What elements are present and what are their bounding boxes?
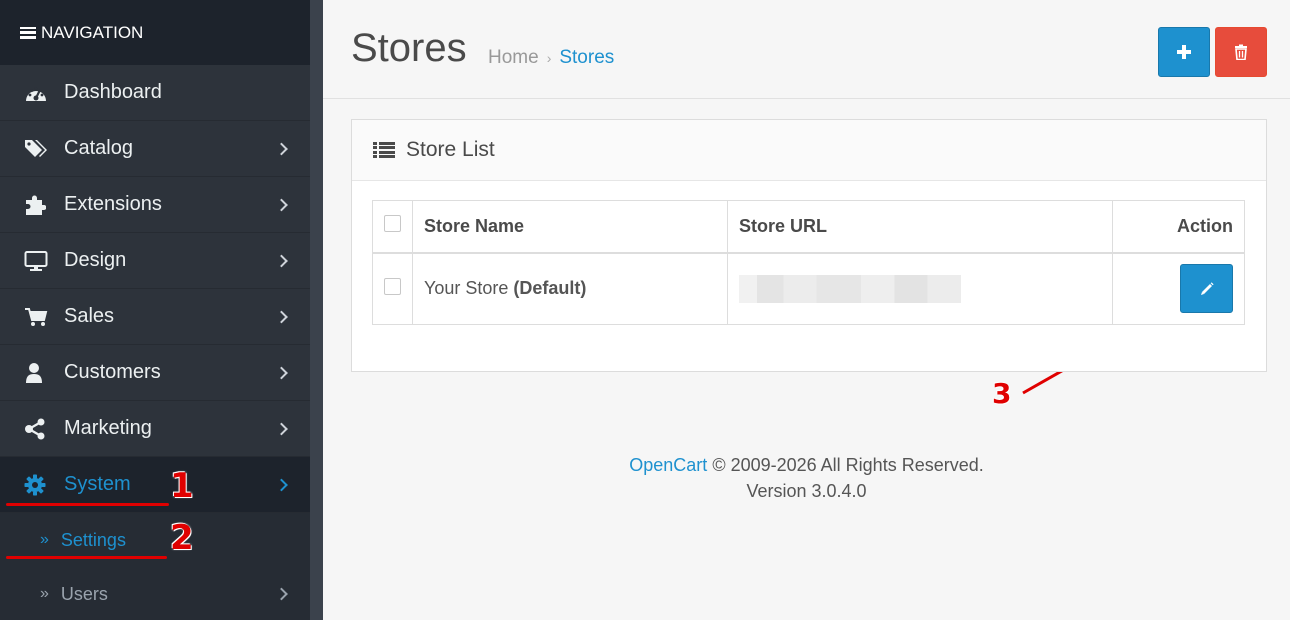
sidebar-subitem-label: Settings (60, 529, 126, 550)
sidebar: NAVIGATION Dashboard Catalog Extensions … (0, 0, 310, 620)
double-chevron-icon: » (40, 531, 49, 548)
chevron-right-icon (275, 310, 288, 323)
sidebar-item-label: Marketing (64, 417, 152, 439)
sidebar-item-sales[interactable]: Sales (0, 289, 310, 345)
breadcrumb-home[interactable]: Home (488, 47, 539, 68)
footer: OpenCart © 2009-2026 All Rights Reserved… (323, 452, 1290, 504)
chevron-right-icon (275, 422, 288, 435)
chevron-right-icon (275, 478, 288, 491)
column-header-action: Action (1112, 200, 1245, 254)
store-table: Store Name Store URL Action Your Store (… (372, 200, 1245, 325)
select-all-checkbox[interactable] (384, 215, 401, 233)
sidebar-item-customers[interactable]: Customers (0, 345, 310, 401)
chevron-right-icon (275, 587, 288, 601)
table-header-row: Store Name Store URL Action (372, 200, 1245, 254)
share-icon (24, 417, 52, 441)
annotation-underline-2 (6, 556, 167, 559)
navigation-header-label: NAVIGATION (41, 22, 144, 42)
sidebar-subitem-label: Users (60, 583, 108, 604)
pencil-icon (1200, 282, 1214, 295)
annotation-number-3: 3 (992, 377, 1012, 410)
user-icon (24, 361, 52, 385)
store-list-panel: Store List Store Name Store URL Action Y… (351, 119, 1267, 372)
gear-icon (24, 473, 52, 497)
trash-icon (1235, 44, 1247, 60)
column-header-store-url[interactable]: Store URL (727, 200, 1113, 254)
column-header-store-name[interactable]: Store Name (412, 200, 728, 254)
sidebar-item-dashboard[interactable]: Dashboard (0, 65, 310, 121)
sidebar-item-label: Sales (64, 305, 115, 327)
panel-title: Store List (406, 138, 495, 161)
breadcrumb-separator-icon: › (546, 50, 552, 66)
monitor-icon (24, 249, 52, 273)
store-name-cell: Your Store (Default) (412, 252, 728, 325)
breadcrumb-stores[interactable]: Stores (559, 47, 614, 68)
store-url-redacted (739, 274, 961, 303)
copyright-text: © 2009-2026 All Rights Reserved. (712, 455, 984, 475)
store-url-cell (727, 252, 1113, 325)
menu-bars-icon (20, 26, 36, 39)
opencart-link[interactable]: OpenCart (629, 455, 707, 475)
cart-icon (24, 305, 52, 329)
chevron-right-icon (275, 142, 288, 155)
annotation-number-1: 1 (170, 466, 194, 506)
sidebar-item-catalog[interactable]: Catalog (0, 121, 310, 177)
page-header: Stores Home › Stores (323, 0, 1290, 99)
double-chevron-icon: » (40, 585, 49, 602)
sidebar-item-label: Dashboard (64, 81, 162, 103)
row-checkbox[interactable] (384, 277, 401, 295)
delete-button[interactable] (1215, 27, 1267, 77)
tags-icon (24, 137, 52, 161)
chevron-right-icon (275, 198, 288, 211)
sidebar-item-label: Customers (64, 361, 161, 383)
select-all-cell (372, 200, 413, 254)
store-name: Your Store (424, 278, 509, 299)
sidebar-item-label: Design (64, 249, 127, 271)
sidebar-border (310, 0, 323, 620)
chevron-right-icon (275, 254, 288, 267)
default-label: (Default) (513, 278, 587, 299)
annotation-underline-1 (6, 503, 169, 506)
sidebar-item-design[interactable]: Design (0, 233, 310, 289)
sidebar-item-label: Catalog (64, 137, 133, 159)
page-title: Stores (351, 26, 467, 70)
list-icon (373, 142, 395, 158)
footer-copyright-line: OpenCart © 2009-2026 All Rights Reserved… (323, 452, 1290, 478)
table-row: Your Store (Default) (372, 252, 1245, 325)
chevron-right-icon (275, 366, 288, 379)
breadcrumb: Home › Stores (488, 47, 614, 69)
sidebar-item-marketing[interactable]: Marketing (0, 401, 310, 457)
plus-icon (1177, 45, 1191, 59)
action-cell (1112, 252, 1245, 325)
sidebar-item-extensions[interactable]: Extensions (0, 177, 310, 233)
edit-store-button[interactable] (1180, 264, 1233, 314)
navigation-header[interactable]: NAVIGATION (0, 0, 310, 65)
puzzle-icon (24, 193, 52, 217)
panel-heading: Store List (352, 120, 1266, 181)
row-select-cell (372, 252, 413, 325)
sidebar-item-label: System (64, 473, 131, 495)
version-text: Version 3.0.4.0 (746, 481, 867, 501)
sidebar-item-label: Extensions (64, 193, 162, 215)
annotation-number-2: 2 (170, 518, 194, 558)
sidebar-subitem-users[interactable]: » Users (0, 567, 310, 620)
add-store-button[interactable] (1158, 27, 1210, 77)
dashboard-icon (24, 81, 52, 105)
